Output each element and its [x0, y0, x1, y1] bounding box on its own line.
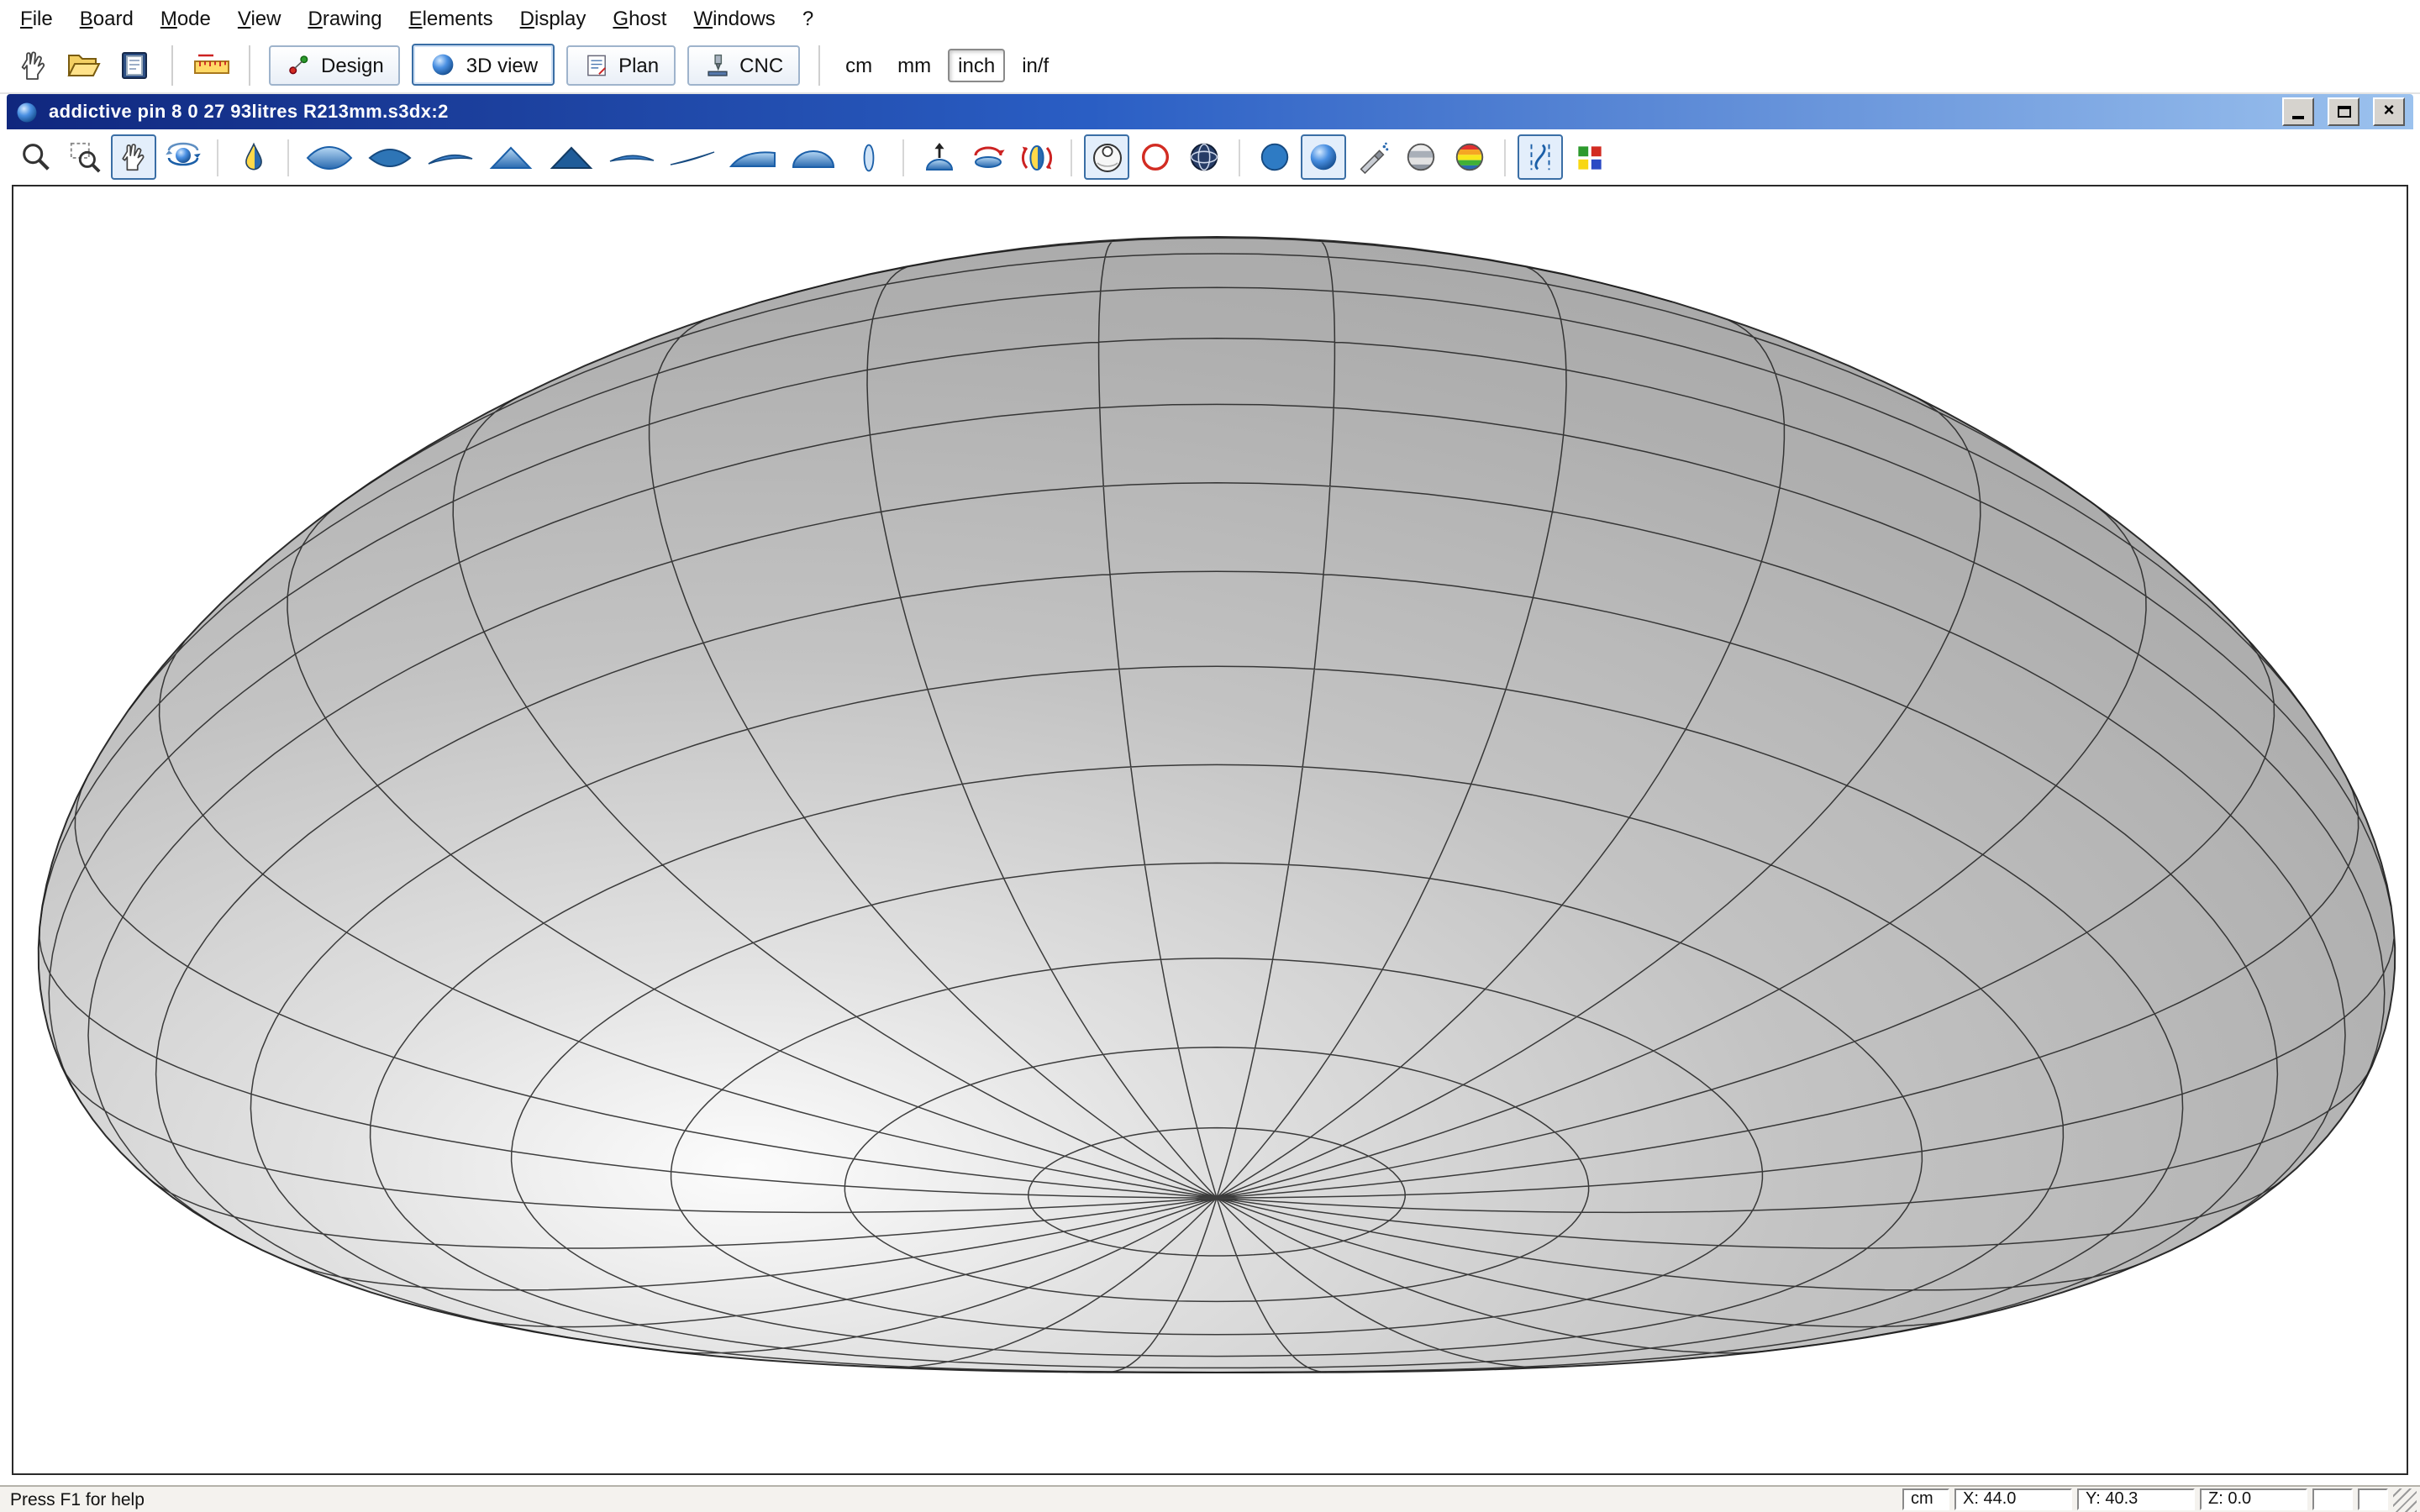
smooth-shading-icon[interactable] [1301, 134, 1346, 180]
cnc-button[interactable]: CNC [687, 45, 800, 85]
document-title-bar: addictive pin 8 0 27 93litres R213mm.s3d… [7, 94, 2413, 129]
unit-inch[interactable]: inch [948, 48, 1005, 81]
toolbar-separator [902, 139, 904, 176]
menu-windows[interactable]: Windows [680, 2, 788, 35]
toolbar-separator [217, 139, 218, 176]
design-icon [286, 51, 313, 78]
status-unit-field: cm [1902, 1488, 1949, 1510]
toolbar-separator [1504, 139, 1506, 176]
viewport-canvas[interactable] [12, 185, 2408, 1475]
half-outline-view-icon[interactable] [724, 137, 781, 177]
design-mode-button[interactable]: Design [269, 45, 401, 85]
orbit-rotate-icon[interactable] [160, 134, 205, 180]
nose-template-view-icon[interactable] [482, 137, 539, 177]
cross-section-view-icon[interactable] [845, 134, 891, 180]
toolbar-separator [1071, 139, 1072, 176]
thickness-view-icon[interactable] [603, 137, 660, 177]
zoom-icon[interactable] [13, 134, 59, 180]
menu-view[interactable]: View [224, 2, 295, 35]
status-x-field: X: 44.0 [1954, 1488, 2072, 1510]
flat-shading-icon[interactable] [1252, 134, 1297, 180]
cnc-icon [704, 51, 731, 78]
measure-ruler-icon[interactable] [188, 42, 234, 87]
color-palette-icon[interactable] [1566, 134, 1612, 180]
zoom-window-icon[interactable] [62, 134, 108, 180]
sphere-3d-icon [429, 50, 458, 79]
view-3d-button[interactable]: 3D view [413, 44, 555, 86]
status-extra-field-1 [2312, 1488, 2353, 1510]
menu-board[interactable]: Board [66, 2, 147, 35]
maximize-button[interactable] [2328, 97, 2360, 126]
design-mode-label: Design [321, 53, 384, 76]
menu-elements[interactable]: Elements [396, 2, 507, 35]
application-window: File Board Mode View Drawing Elements Di… [0, 0, 2420, 1512]
hand-tool-icon[interactable] [10, 42, 55, 87]
wireframe-globe-icon[interactable] [1181, 134, 1227, 180]
minimize-icon [2292, 116, 2304, 119]
rail-view-icon[interactable] [664, 137, 721, 177]
menu-bar: File Board Mode View Drawing Elements Di… [0, 0, 2420, 37]
resize-grip[interactable] [2393, 1488, 2417, 1511]
open-file-icon[interactable] [60, 42, 106, 87]
red-circle-icon[interactable] [1133, 134, 1178, 180]
main-toolbar: Design 3D view Plan CNC cm mm inch in/f [0, 37, 2420, 94]
menu-drawing[interactable]: Drawing [295, 2, 396, 35]
unit-mm[interactable]: mm [889, 50, 939, 80]
status-y-field: Y: 40.3 [2077, 1488, 2195, 1510]
toolbar-separator [249, 45, 250, 85]
curvature-display-icon[interactable] [1518, 134, 1563, 180]
flip-board-icon[interactable] [916, 134, 961, 180]
status-extra-field-2 [2358, 1488, 2388, 1510]
outline-view-icon[interactable] [301, 137, 358, 177]
toolbar-separator [287, 139, 289, 176]
canvas-margin [0, 1475, 2420, 1485]
render-marks-sphere-icon[interactable] [1084, 134, 1129, 180]
document-window-icon [15, 100, 39, 123]
save-board-icon[interactable] [111, 42, 156, 87]
status-bar: Press F1 for help cm X: 44.0 Y: 40.3 Z: … [0, 1485, 2420, 1512]
tail-template-view-icon[interactable] [543, 137, 600, 177]
pan-hand-icon[interactable] [111, 134, 156, 180]
view-toolbar [0, 129, 2420, 185]
airbrush-paint-icon[interactable] [1349, 134, 1395, 180]
unit-cm[interactable]: cm [837, 50, 881, 80]
maximize-icon [2337, 106, 2350, 118]
plan-view-button[interactable]: Plan [566, 45, 676, 85]
menu-file[interactable]: File [7, 2, 66, 35]
cnc-label: CNC [739, 53, 783, 76]
view-3d-label: 3D view [466, 53, 538, 76]
close-icon: × [2384, 102, 2395, 121]
unit-inf[interactable]: in/f [1013, 50, 1057, 80]
gray-stripes-sphere-icon[interactable] [1398, 134, 1444, 180]
menu-help[interactable]: ? [789, 2, 827, 35]
toolbar-separator [1239, 139, 1240, 176]
plan-icon [583, 51, 610, 78]
close-button[interactable]: × [2373, 97, 2405, 126]
toolbar-separator [818, 45, 820, 85]
toolbar-separator [171, 45, 173, 85]
menu-ghost[interactable]: Ghost [599, 2, 680, 35]
spin-template-view-icon[interactable] [361, 137, 418, 177]
document-title: addictive pin 8 0 27 93litres R213mm.s3d… [49, 102, 2269, 122]
plan-view-label: Plan [618, 53, 659, 76]
rotate-vertical-icon[interactable] [1013, 134, 1059, 180]
rocker-view-icon[interactable] [422, 137, 479, 177]
status-z-field: Z: 0.0 [2200, 1488, 2307, 1510]
menu-mode[interactable]: Mode [147, 2, 224, 35]
minimize-button[interactable] [2282, 97, 2314, 126]
status-help-text: Press F1 for help [3, 1489, 1897, 1509]
rainbow-stripes-sphere-icon[interactable] [1447, 134, 1492, 180]
marker-pin-icon[interactable] [230, 134, 276, 180]
deck-view-icon[interactable] [785, 137, 842, 177]
menu-display[interactable]: Display [507, 2, 600, 35]
rotate-horizontal-icon[interactable] [965, 134, 1010, 180]
board-3d-render[interactable] [13, 186, 2407, 1473]
